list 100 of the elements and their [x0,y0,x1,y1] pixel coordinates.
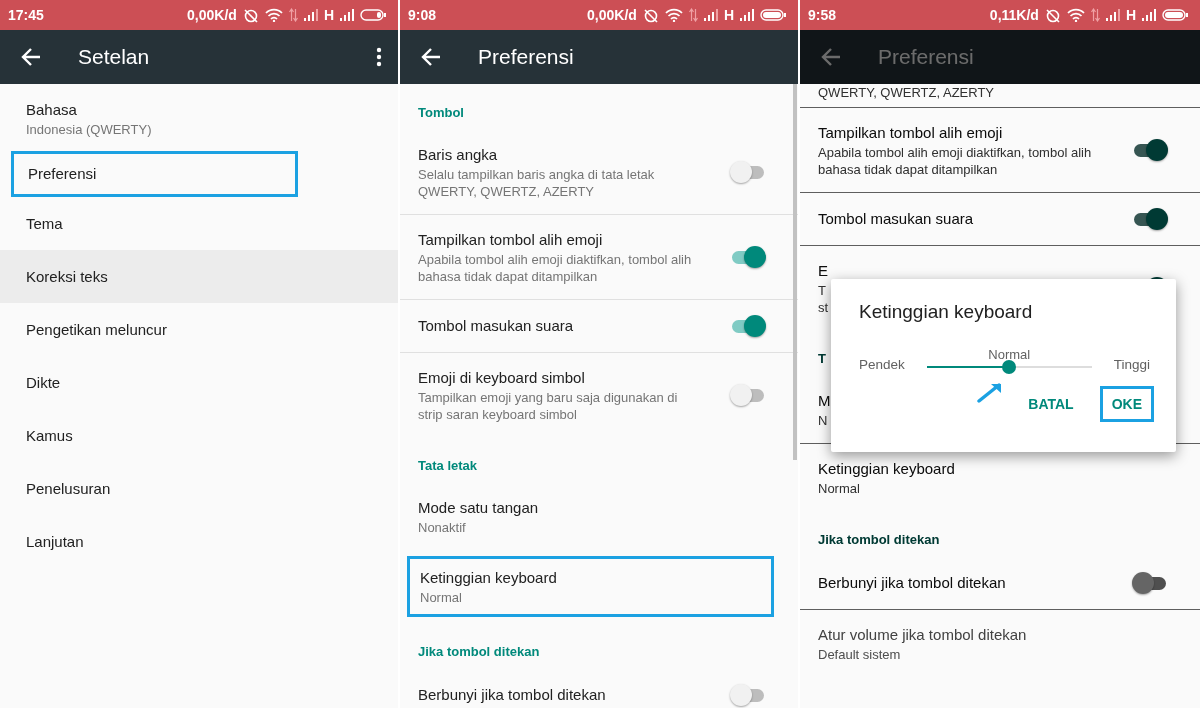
setting-title: Tombol masukan suara [818,209,974,229]
setting-title: Kamus [26,425,73,446]
setting-description: Tampilkan emoji yang baru saja digunakan di strip saran keyboard simbol [418,389,678,423]
dialog-button[interactable]: BATAL [1016,386,1086,422]
data-rate: 0,11K/d [989,7,1039,23]
setting-title: Dikte [26,372,61,393]
setting-title: Mode satu tangan [418,498,539,518]
network-type: H [323,7,334,23]
settings-row[interactable]: Dikte [0,356,398,409]
settings-row[interactable]: Koreksi teks [0,250,398,303]
status-time: 17:45 [8,7,45,23]
data-arrows-icon [1090,8,1100,22]
status-time: 9:08 [408,7,438,23]
screen-title: Setelan [78,45,151,69]
setting-title: Baris angka [418,145,498,165]
setting-description: Apabila tombol alih emoji diaktifkan, tombol alih bahasa tidak dapat ditampilkan [818,144,1092,178]
settings-row[interactable]: Tampilkan tombol alih emoji Apabila tombol alih emoji diaktifkan, tombol alih bahasa tidak dapat ditampilkan [800,107,1200,192]
data-arrows-icon [288,8,298,22]
setting-title: Koreksi teks [26,266,108,287]
toggle-switch[interactable] [730,314,766,338]
setting-title: Penelusuran [26,478,111,499]
signal-icon [340,9,354,21]
dialog-button[interactable]: OKE [1099,386,1154,422]
settings-row[interactable]: Preferensi [11,151,298,197]
settings-row[interactable]: Berbunyi jika tombol ditekan [400,669,798,708]
setting-title: Pengetikan meluncur [26,319,167,340]
settings-row[interactable]: Tema [0,197,398,250]
settings-row[interactable]: Tombol masukan suara [800,192,1200,245]
settings-row[interactable]: Bahasa Indonesia (QWERTY) [0,84,398,151]
setting-title: Tampilkan tombol alih emoji [818,123,1003,143]
settings-row[interactable]: Lanjutan [0,515,398,568]
section-header: T [818,350,826,368]
settings-row[interactable]: Baris angka Selalu tampilkan baris angka di tata letak QWERTY, QWERTZ, AZERTY [400,130,798,214]
wifi-icon [264,8,283,22]
max-label: Tinggi [1113,357,1150,372]
settings-row[interactable]: Kamus [0,409,398,462]
settings-row[interactable]: QWERTY, QWERTZ, AZERTY [800,84,1200,107]
setting-description: Normal [420,589,462,606]
status-time: 9:58 [808,7,838,23]
section-header: Jika tombol ditekan [418,643,540,661]
network-type: H [1125,7,1136,23]
wifi-icon [1066,8,1085,22]
setting-title: M [818,391,831,411]
setting-title: Tema [26,213,63,234]
wifi-icon [664,8,683,22]
network-type: H [723,7,734,23]
signal-icon [1105,9,1120,21]
signal-icon [703,9,718,21]
section-header: Jika tombol ditekan [818,531,940,549]
back-arrow-icon[interactable] [20,46,42,68]
setting-title: E [818,261,828,281]
data-rate: 0,00K/d [587,7,637,23]
setting-description: Indonesia (QWERTY) [26,121,152,138]
screen-title: Preferensi [878,45,975,69]
alarm-off-icon [642,7,659,23]
alarm-off-icon [1044,7,1061,23]
section-header: Tombol [418,104,464,122]
slider-thumb[interactable] [1002,360,1017,374]
dialog-title: Ketinggian keyboard [859,301,1034,323]
setting-title: Tombol masukan suara [418,316,574,336]
section-header: Tata letak [418,457,477,475]
toggle-switch[interactable] [730,160,766,184]
data-rate: 0,00K/d [187,7,237,23]
scrollbar[interactable] [793,84,797,460]
setting-title: Berbunyi jika tombol ditekan [418,685,606,705]
toggle-switch[interactable] [730,683,766,707]
setting-title: Lanjutan [26,531,84,552]
setting-description: Nonaktif [418,519,466,536]
alarm-off-icon [242,7,259,23]
setting-title: Ketinggian keyboard [818,459,955,479]
settings-row[interactable]: Penelusuran [0,462,398,515]
min-label: Pendek [859,357,905,372]
setting-description: Default sistem [818,646,901,663]
settings-row[interactable]: Pengetikan meluncur [0,303,398,356]
signal-icon [1142,9,1156,21]
settings-row[interactable]: Mode satu tangan Nonaktif [400,483,798,550]
setting-description: Normal [818,480,860,497]
setting-title: Atur volume jika tombol ditekan [818,625,1027,645]
more-options-icon[interactable] [376,47,382,67]
setting-title: Bahasa [26,100,77,120]
setting-description: Apabila tombol alih emoji diaktifkan, tombol alih bahasa tidak dapat ditampilkan [418,251,692,285]
toggle-switch[interactable] [1132,138,1168,162]
value-label: Normal [988,347,1031,362]
signal-icon [303,9,318,21]
setting-title: Ketinggian keyboard [420,568,557,588]
toggle-switch[interactable] [730,245,766,269]
toggle-switch[interactable] [730,383,766,407]
settings-row[interactable]: Berbunyi jika tombol ditekan [800,557,1200,609]
setting-description: N [818,412,828,429]
setting-title: Berbunyi jika tombol ditekan [818,573,1006,593]
back-arrow-icon[interactable] [420,46,442,68]
setting-description: QWERTY, QWERTZ, AZERTY [818,84,994,101]
screen-title: Preferensi [478,45,575,69]
signal-icon [740,9,754,21]
setting-title: Tampilkan tombol alih emoji [418,230,603,250]
setting-description: Selalu tampilkan baris angka di tata letak QWERTY, QWERTZ, AZERTY [418,166,655,200]
settings-row[interactable]: Ketinggian keyboard Normal [407,556,774,617]
setting-title: Emoji di keyboard simbol [418,368,585,388]
toggle-switch[interactable] [1132,571,1168,595]
toggle-switch[interactable] [1132,207,1168,231]
